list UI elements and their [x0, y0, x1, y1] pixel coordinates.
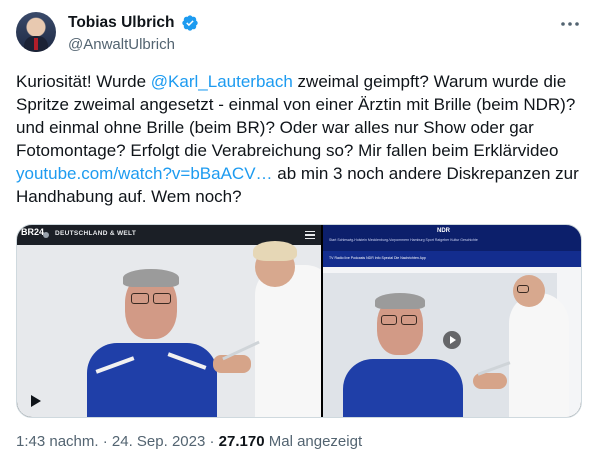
- br24-logo: BR24: [21, 227, 45, 237]
- play-icon[interactable]: [25, 391, 45, 411]
- ndr-video-frame: [323, 273, 569, 417]
- ndr-header-bar: NDR Start Schleswig-Holstein Mecklenburg…: [323, 225, 581, 267]
- ndr-subnav: TV Radio live Podcasts NDR Info Spezial …: [329, 256, 426, 260]
- tweet-header: Tobias Ulbrich @AnwaltUlbrich: [16, 12, 582, 56]
- meta-separator: ·: [205, 433, 219, 450]
- man-hair: [375, 293, 425, 309]
- hamburger-menu-icon: [305, 231, 315, 239]
- man-shirt: [343, 359, 463, 417]
- media-grid: BR24 DEUTSCHLAND & WELT NDR Start Schles…: [16, 224, 582, 418]
- glasses: [381, 315, 397, 325]
- author-display-name[interactable]: Tobias Ulbrich: [68, 13, 175, 33]
- nurse-hand: [213, 355, 251, 373]
- author-handle[interactable]: @AnwaltUlbrich: [68, 35, 199, 55]
- glasses: [153, 293, 171, 304]
- avatar[interactable]: [16, 12, 56, 52]
- video-thumbnail-ndr[interactable]: NDR Start Schleswig-Holstein Mecklenburg…: [323, 225, 581, 417]
- tweet-meta: 1:43 nachm. · 24. Sep. 2023 · 27.170 Mal…: [16, 432, 362, 452]
- br-section-title: DEUTSCHLAND & WELT: [55, 230, 137, 237]
- man-hair: [123, 269, 179, 287]
- nurse-body: [509, 293, 569, 417]
- meta-separator: ·: [98, 433, 112, 450]
- tweet-text-part1: Kuriosität! Wurde: [16, 72, 151, 91]
- views-label: Mal angezeigt: [264, 433, 363, 450]
- video-thumbnail-br[interactable]: BR24 DEUTSCHLAND & WELT: [17, 225, 321, 417]
- ndr-nav: Start Schleswig-Holstein Mecklenburg-Vor…: [329, 238, 478, 242]
- youtube-link[interactable]: youtube.com/watch?v=bBaACV…: [16, 164, 273, 183]
- nurse-glasses: [517, 285, 529, 293]
- glasses: [401, 315, 417, 325]
- ndr-logo: NDR: [437, 228, 450, 234]
- nurse-hair: [253, 241, 297, 261]
- author-names: Tobias Ulbrich @AnwaltUlbrich: [68, 13, 199, 55]
- man-shirt: [87, 343, 217, 417]
- more-dots-icon[interactable]: [558, 14, 582, 34]
- tweet-text: Kuriosität! Wurde @Karl_Lauterbach zweim…: [16, 70, 582, 208]
- verified-badge-icon[interactable]: [181, 14, 199, 32]
- mention-link[interactable]: @Karl_Lauterbach: [151, 72, 293, 91]
- glasses: [131, 293, 149, 304]
- tweet-time[interactable]: 1:43 nachm.: [16, 433, 99, 450]
- tweet-date[interactable]: 24. Sep. 2023: [112, 433, 205, 450]
- live-dot-icon: [43, 232, 49, 238]
- views-count[interactable]: 27.170: [219, 433, 265, 450]
- play-icon[interactable]: [443, 331, 461, 349]
- nurse-body: [255, 265, 321, 417]
